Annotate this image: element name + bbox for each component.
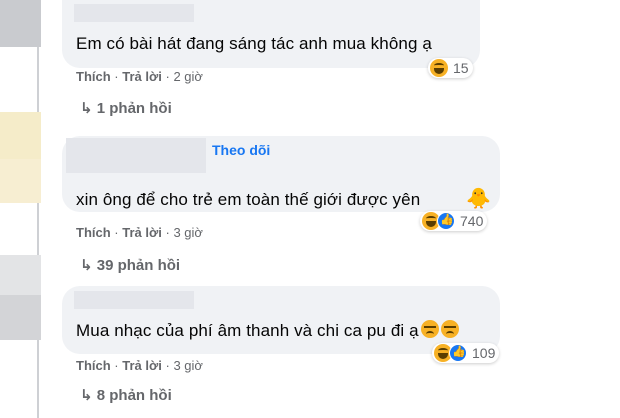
avatar[interactable] xyxy=(0,0,41,47)
comment-text: Em có bài hát đang sáng tác anh mua khôn… xyxy=(76,34,432,53)
commenter-name[interactable] xyxy=(74,291,194,309)
like-link[interactable]: Thích xyxy=(76,358,111,373)
reaction-count: 109 xyxy=(472,345,496,361)
haha-icon xyxy=(430,59,448,77)
comment-actions: Thích · Trả lời · 3 giờ xyxy=(76,358,203,373)
reaction-summary[interactable]: 15 xyxy=(428,58,473,78)
reaction-summary[interactable]: 740 xyxy=(420,211,488,231)
sad-emoji-icon xyxy=(420,320,439,338)
comment-text: xin ông để cho trẻ em toàn thế giới được… xyxy=(76,190,421,209)
like-link[interactable]: Thích xyxy=(76,225,111,240)
reply-link[interactable]: Trả lời xyxy=(122,358,162,373)
avatar[interactable] xyxy=(0,159,41,203)
timestamp[interactable]: 2 giờ xyxy=(173,69,203,84)
reply-arrow-icon: ↳ xyxy=(80,100,93,117)
commenter-name[interactable] xyxy=(66,138,206,173)
separator: · xyxy=(165,358,170,373)
comment-actions: Thích · Trả lời · 3 giờ xyxy=(76,225,203,240)
view-replies-link[interactable]: ↳ 8 phản hồi xyxy=(80,386,172,404)
reaction-count: 740 xyxy=(460,213,484,229)
comment-text: Mua nhạc của phí âm thanh và chi ca pu đ… xyxy=(76,320,459,341)
reply-link[interactable]: Trả lời xyxy=(122,69,162,84)
comment-actions: Thích · Trả lời · 2 giờ xyxy=(76,69,203,84)
replies-count-label: 39 phản hồi xyxy=(96,257,181,274)
separator: · xyxy=(114,69,119,84)
replies-count-label: 8 phản hồi xyxy=(96,387,172,404)
avatar[interactable] xyxy=(0,112,41,159)
separator: · xyxy=(114,358,119,373)
sad-emoji-icon xyxy=(440,320,459,338)
reaction-count: 15 xyxy=(453,60,469,76)
timestamp[interactable]: 3 giờ xyxy=(173,358,203,373)
view-replies-link[interactable]: ↳ 1 phản hồi xyxy=(80,99,172,117)
avatar[interactable] xyxy=(0,255,41,295)
separator: · xyxy=(114,225,119,240)
replies-count-label: 1 phản hồi xyxy=(96,100,172,117)
reply-arrow-icon: ↳ xyxy=(80,257,93,274)
thread-line xyxy=(37,0,39,418)
view-replies-link[interactable]: ↳ 39 phản hồi xyxy=(80,256,180,274)
timestamp[interactable]: 3 giờ xyxy=(173,225,203,240)
chick-emoji-icon: 🐥 xyxy=(466,188,491,210)
commenter-name[interactable] xyxy=(74,4,194,22)
reaction-summary[interactable]: 109 xyxy=(432,343,500,363)
like-icon xyxy=(437,212,455,230)
separator: · xyxy=(165,69,170,84)
reply-link[interactable]: Trả lời xyxy=(122,225,162,240)
avatar[interactable] xyxy=(0,295,41,340)
like-link[interactable]: Thích xyxy=(76,69,111,84)
like-icon xyxy=(449,344,467,362)
separator: · xyxy=(165,225,170,240)
follow-link[interactable]: Theo dõi xyxy=(212,142,270,158)
reply-arrow-icon: ↳ xyxy=(80,387,93,404)
